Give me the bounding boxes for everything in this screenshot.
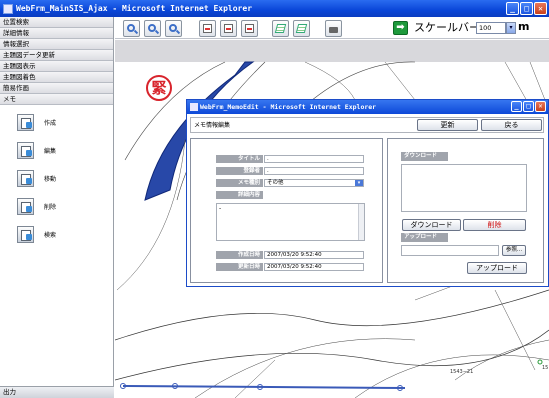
page-icon-1	[203, 24, 212, 33]
update-button[interactable]: 更新	[417, 119, 478, 131]
memo-edit-label: 編集	[44, 147, 57, 155]
memo-edit-popup: WebFrm_MemoEdit - Microsoft Internet Exp…	[186, 99, 549, 287]
memo-edit-icon[interactable]	[17, 141, 34, 159]
popup-maximize-button[interactable]: □	[523, 101, 534, 112]
created-field: 2007/03/20 9:52:40	[264, 251, 364, 259]
upload-section-label: アップロード	[401, 233, 448, 242]
emergency-stamp-icon[interactable]: 緊	[146, 75, 172, 101]
page-button-1[interactable]	[199, 20, 216, 37]
window-title-bar: WebFrm_MainSIS_Ajax - Microsoft Internet…	[0, 0, 549, 17]
sidebar-item-memo[interactable]: メモ	[0, 94, 113, 105]
back-button[interactable]: 戻る	[481, 119, 542, 131]
memo-move-tool[interactable]: 移動	[0, 167, 113, 189]
scale-unit: m	[518, 20, 530, 33]
zoom-out-icon	[169, 24, 177, 32]
memo-move-label: 移動	[44, 175, 57, 183]
popup-minimize-button[interactable]: _	[511, 101, 522, 112]
layer-button-1[interactable]	[272, 20, 289, 37]
memo-type-value: その他	[267, 180, 284, 186]
close-button[interactable]: ✕	[534, 2, 547, 15]
popup-header: メモ情報編集 更新 戻る	[190, 117, 544, 133]
scale-label: スケールバー	[414, 21, 480, 34]
updated-field: 2007/03/20 9:52:40	[264, 263, 364, 271]
memo-delete-icon[interactable]	[17, 197, 34, 215]
popup-title: WebFrm_MemoEdit - Microsoft Internet Exp…	[200, 103, 377, 111]
sidebar: 位置検索 詳細情報 情報選択 主題図データ更新 主題図表示 主題図着色 簡易作画…	[0, 17, 114, 398]
memo-delete-tool[interactable]: 削除	[0, 195, 113, 217]
ie-app-icon	[190, 103, 198, 111]
download-button[interactable]: ダウンロード	[402, 219, 461, 231]
delete-button[interactable]: 削除	[463, 219, 526, 231]
browse-button[interactable]: 参照...	[502, 245, 526, 256]
popup-title-bar: WebFrm_MemoEdit - Microsoft Internet Exp…	[187, 100, 548, 114]
zoom-in-button[interactable]	[144, 20, 161, 37]
map-parcel-label: 15	[542, 365, 549, 371]
print-icon	[329, 27, 338, 33]
select-icon	[127, 24, 135, 32]
memo-create-label: 作成	[44, 119, 57, 127]
upload-button[interactable]: アップロード	[467, 262, 527, 274]
select-zoom-button[interactable]	[123, 20, 140, 37]
zoom-in-icon	[148, 24, 156, 32]
details-value: -	[219, 205, 222, 212]
sidebar-item-simple-drawing[interactable]: 簡易作画	[0, 83, 113, 94]
title-field[interactable]: .	[264, 155, 364, 163]
minimize-button[interactable]: _	[506, 2, 519, 15]
registrant-field[interactable]: .	[264, 167, 364, 175]
sidebar-item-theme-coloring[interactable]: 主題図着色	[0, 72, 113, 83]
memo-type-label: メモ種別	[216, 179, 263, 187]
maximize-button[interactable]: □	[520, 2, 533, 15]
memo-create-icon[interactable]	[17, 113, 34, 131]
popup-close-button[interactable]: ✕	[535, 101, 546, 112]
scale-select[interactable]: 100	[476, 22, 506, 34]
download-section-label: ダウンロード	[401, 152, 448, 161]
popup-header-label: メモ情報編集	[194, 122, 231, 129]
window-title: WebFrm_MainSIS_Ajax - Microsoft Internet…	[16, 4, 253, 13]
memo-move-icon[interactable]	[17, 169, 34, 187]
page-button-3[interactable]	[241, 20, 258, 37]
memo-create-tool[interactable]: 作成	[0, 111, 113, 133]
memo-form-panel: タイトル . 登録者 . メモ種別 その他 ▾ 詳細内容 - 作成日時 2007…	[190, 138, 383, 283]
file-panel: ダウンロード ダウンロード 削除 アップロード 参照... アップロード	[387, 138, 544, 283]
sidebar-item-detail-info[interactable]: 詳細情報	[0, 28, 113, 39]
output-bar[interactable]: 出力	[0, 386, 114, 398]
zoom-out-button[interactable]	[165, 20, 182, 37]
memo-delete-label: 削除	[44, 203, 57, 211]
details-label: 詳細内容	[216, 191, 263, 199]
sidebar-item-location-search[interactable]: 位置検索	[0, 17, 113, 28]
layer-button-2[interactable]	[293, 20, 310, 37]
memo-search-icon[interactable]	[17, 225, 34, 243]
layer-icon-1	[274, 24, 287, 33]
details-textarea[interactable]: -	[216, 203, 365, 241]
registrant-label: 登録者	[216, 167, 263, 175]
ie-app-icon	[3, 3, 13, 14]
chevron-down-icon[interactable]: ▾	[355, 180, 363, 186]
page-icon-3	[245, 24, 254, 33]
sidebar-item-theme-data-update[interactable]: 主題図データ更新	[0, 50, 113, 61]
details-scrollbar[interactable]	[358, 204, 364, 240]
layer-icon-2	[295, 24, 308, 33]
chevron-down-icon[interactable]: ▾	[506, 22, 516, 34]
upload-file-input[interactable]	[401, 245, 499, 256]
print-button[interactable]	[325, 20, 342, 37]
map-parcel-label: 1543−21	[450, 369, 474, 375]
sidebar-item-theme-display[interactable]: 主題図表示	[0, 61, 113, 72]
map-toolbar: ➡ スケールバー 100 ▾ m	[115, 17, 549, 39]
memo-search-label: 検索	[44, 231, 57, 239]
page-icon-2	[224, 24, 233, 33]
memo-edit-tool[interactable]: 編集	[0, 139, 113, 161]
sidebar-item-info-select[interactable]: 情報選択	[0, 39, 113, 50]
title-label: タイトル	[216, 155, 263, 163]
created-label: 作成日時	[216, 251, 263, 259]
download-file-list[interactable]	[401, 164, 527, 212]
memo-type-select[interactable]: その他 ▾	[264, 179, 364, 187]
page-button-2[interactable]	[220, 20, 237, 37]
updated-label: 更新日時	[216, 263, 263, 271]
memo-search-tool[interactable]: 検索	[0, 223, 113, 245]
scale-arrow-icon[interactable]: ➡	[393, 21, 408, 35]
